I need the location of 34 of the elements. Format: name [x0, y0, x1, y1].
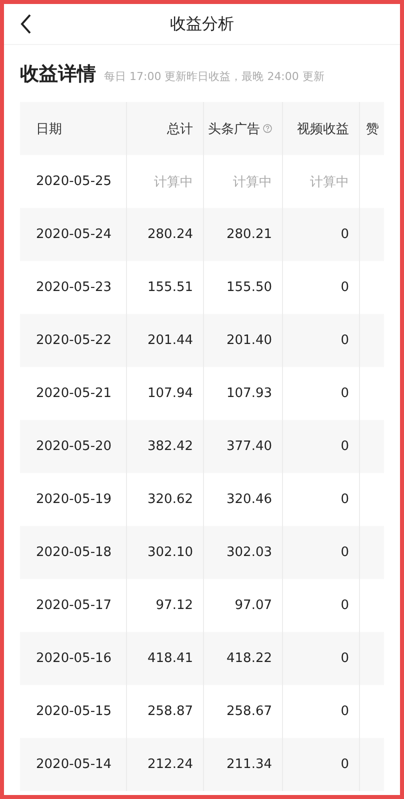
table-cell: 418.41 — [127, 632, 204, 685]
date-cell: 2020-05-18 — [20, 526, 127, 579]
column-header: 赞 — [365, 120, 380, 138]
help-icon[interactable] — [263, 123, 272, 134]
column-header: 头条广告 — [204, 102, 283, 155]
table-cell: 0 — [283, 526, 360, 579]
table-cell: 302.10 — [127, 526, 204, 579]
section-title: 收益详情 — [20, 62, 96, 87]
table-cell: 0 — [283, 738, 360, 791]
date-cell: 2020-05-24 — [20, 208, 127, 261]
column-header: 日期 — [20, 102, 127, 155]
table-cell: 302.03 — [204, 526, 283, 579]
table-cell: 0 — [283, 420, 360, 473]
column-header: 总计 — [127, 102, 204, 155]
table-cell: 280.24 — [127, 208, 204, 261]
update-note: 每日 17:00 更新昨日收益，最晚 24:00 更新 — [104, 69, 324, 84]
table-cell: 382.42 — [127, 420, 204, 473]
table-cell: 0 — [283, 632, 360, 685]
table-cell: 212.24 — [127, 738, 204, 791]
back-icon[interactable] — [20, 14, 32, 34]
table-cell: 201.40 — [204, 314, 283, 367]
table-cell: 0 — [283, 208, 360, 261]
date-cell: 2020-05-14 — [20, 738, 127, 791]
table-cell: 377.40 — [204, 420, 283, 473]
table-cell: 280.21 — [204, 208, 283, 261]
table-cell: 0 — [283, 314, 360, 367]
table-cell: 418.22 — [204, 632, 283, 685]
date-cell: 2020-05-16 — [20, 632, 127, 685]
page-title: 收益分析 — [170, 14, 234, 34]
table-cell: 211.34 — [204, 738, 283, 791]
date-cell: 2020-05-22 — [20, 314, 127, 367]
table-cell: 201.44 — [127, 314, 204, 367]
date-cell: 2020-05-20 — [20, 420, 127, 473]
column-header: 视频收益 — [283, 102, 360, 155]
